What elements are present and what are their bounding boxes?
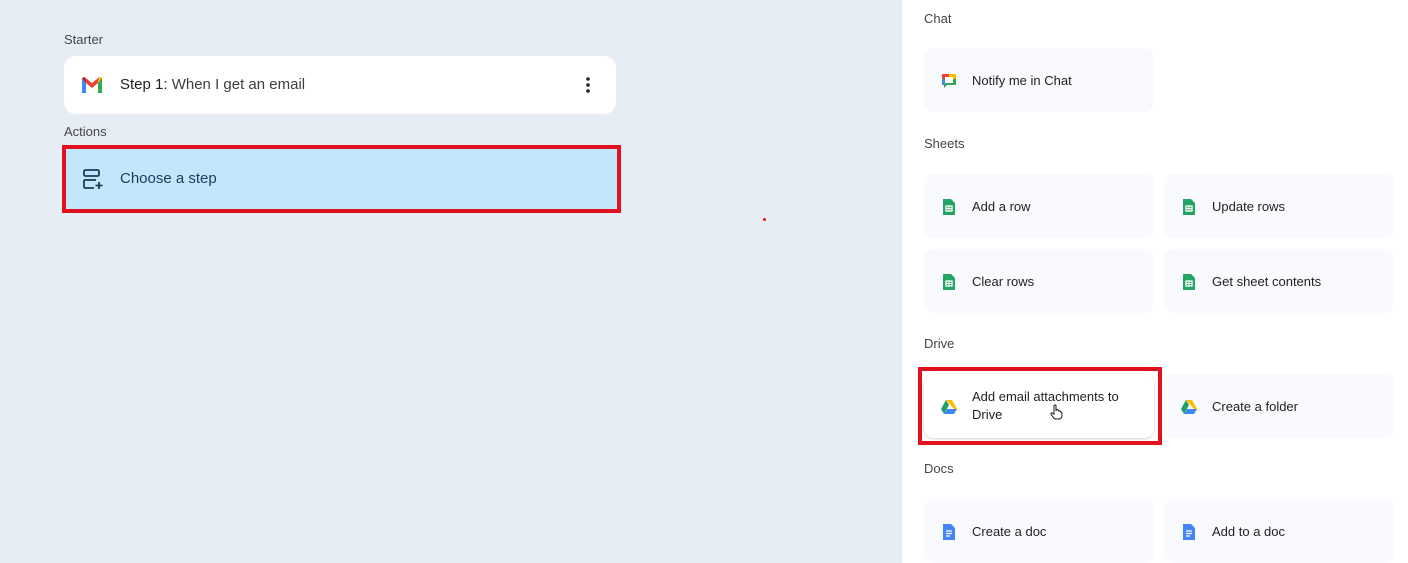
tile-clear-rows[interactable]: Clear rows — [924, 249, 1154, 313]
category-chat-label: Chat — [924, 11, 952, 26]
starter-label: Starter — [64, 32, 104, 47]
docs-icon — [1183, 524, 1195, 540]
google-drive-icon — [1181, 400, 1197, 414]
tile-get-sheet-contents[interactable]: Get sheet contents — [1164, 249, 1394, 313]
category-drive-label: Drive — [924, 336, 955, 351]
sheets-icon — [1183, 199, 1195, 215]
step-number: Step 1: — [120, 76, 168, 93]
starter-step-card[interactable]: Step 1: When I get an email — [64, 56, 616, 114]
flow-canvas: Starter Step 1: When I get an email Acti… — [0, 0, 902, 563]
tile-label: Update rows — [1212, 199, 1285, 214]
tile-label: Create a folder — [1212, 399, 1298, 414]
gmail-icon — [82, 77, 102, 93]
actions-label: Actions — [64, 124, 107, 139]
sheets-icon — [943, 274, 955, 290]
tile-label: Create a doc — [972, 524, 1047, 539]
more-options-button[interactable] — [572, 69, 604, 101]
more-vert-icon — [586, 77, 590, 93]
tile-label: Clear rows — [972, 274, 1035, 289]
tile-update-rows[interactable]: Update rows — [1164, 174, 1394, 238]
tile-notify-chat[interactable]: Notify me in Chat — [924, 48, 1154, 112]
tile-create-folder[interactable]: Create a folder — [1164, 374, 1394, 438]
tile-add-to-doc[interactable]: Add to a doc — [1164, 499, 1394, 563]
tile-label: Add a row — [972, 199, 1031, 214]
annotation-dot — [763, 218, 766, 221]
docs-icon — [943, 524, 955, 540]
sheets-icon — [1183, 274, 1195, 290]
tile-add-row[interactable]: Add a row — [924, 174, 1154, 238]
google-chat-icon — [942, 74, 956, 88]
category-docs-label: Docs — [924, 461, 954, 476]
step-picker-panel: Chat Notify me in Chat Sheets Add a row … — [902, 0, 1408, 563]
tile-create-doc[interactable]: Create a doc — [924, 499, 1154, 563]
drive-tile-highlight — [918, 367, 1162, 445]
sheets-icon — [943, 199, 955, 215]
tile-label: Notify me in Chat — [972, 73, 1072, 88]
tile-label: Get sheet contents — [1212, 274, 1322, 289]
category-sheets-label: Sheets — [924, 136, 965, 151]
starter-step-text: Step 1: When I get an email — [120, 76, 305, 93]
step-title: When I get an email — [171, 76, 306, 93]
tile-label: Add to a doc — [1212, 524, 1285, 539]
choose-step-highlight — [62, 145, 621, 213]
